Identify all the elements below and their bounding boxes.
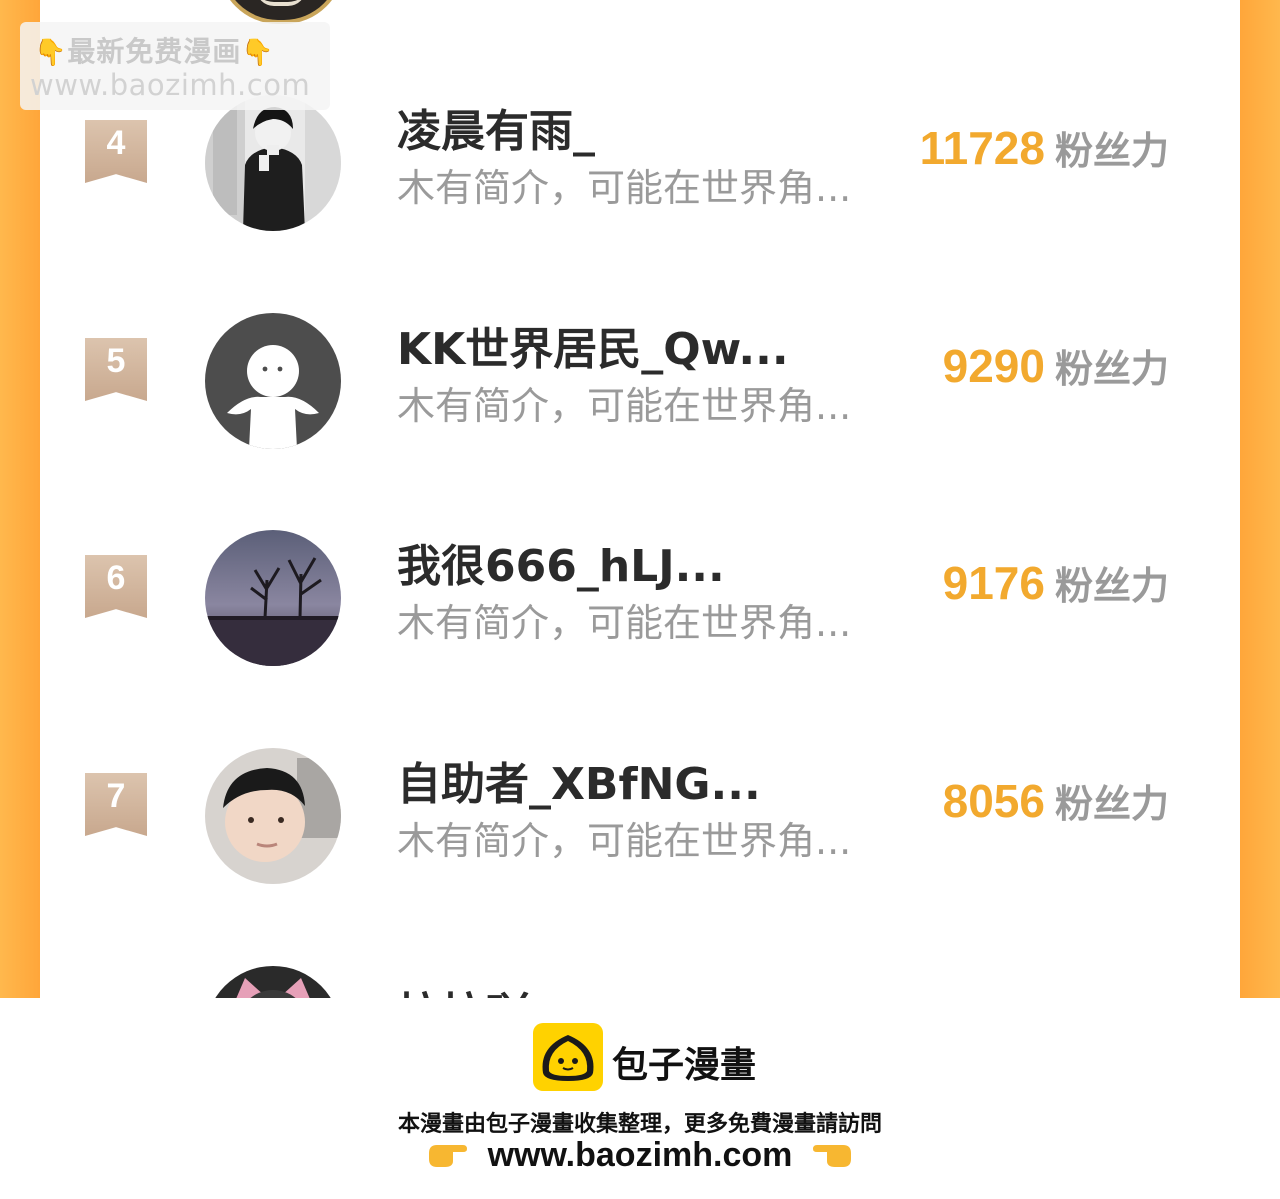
user-name[interactable]: KK世界居民_Qw... <box>397 313 789 377</box>
fan-power-value: 9176 <box>942 557 1045 609</box>
user-avatar[interactable] <box>205 530 341 666</box>
pointing-down-icon: 👇 <box>241 38 275 68</box>
ranking-row[interactable]: 6 我很666_hLJ... 木有简介，可能在世界角... 9176 粉丝力 <box>0 530 1280 690</box>
rank-number: 4 <box>106 124 126 162</box>
fan-power-unit: 粉丝力 <box>1054 347 1169 391</box>
rank-badge: 7 <box>85 773 147 836</box>
user-name[interactable]: 自助者_XBfNG... <box>397 748 761 812</box>
pointing-left-icon <box>811 1139 853 1173</box>
user-avatar[interactable] <box>205 748 341 884</box>
site-watermark: 👇最新免费漫画👇 www.baozimh.com <box>20 22 330 110</box>
baozi-logo-icon[interactable] <box>533 1023 603 1091</box>
watermark-url: www.baozimh.com <box>30 68 311 102</box>
user-bio: 木有简介，可能在世界角... <box>397 819 852 863</box>
user-avatar[interactable] <box>205 95 341 231</box>
fan-power: 9176 粉丝力 <box>943 555 1169 610</box>
fan-power-unit: 粉丝力 <box>1054 129 1169 173</box>
rank-number: 5 <box>106 342 126 380</box>
rank-number: 6 <box>106 559 126 597</box>
default-avatar[interactable] <box>205 313 341 449</box>
rank-badge: 5 <box>85 338 147 401</box>
fan-power-value: 11728 <box>919 122 1045 174</box>
site-url-link[interactable]: www.baozimh.com <box>488 1136 793 1174</box>
ranking-row[interactable]: 5 KK世界居民_Qw... 木有简介，可能在世界角... 9290 粉丝力 <box>0 313 1280 473</box>
footer-banner: 包子漫畫 本漫畫由包子漫畫收集整理，更多免費漫畫請訪問 www.baozimh.… <box>0 998 1280 1199</box>
pointing-down-icon: 👇 <box>34 38 68 68</box>
user-name[interactable]: 我很666_hLJ... <box>397 530 725 594</box>
fan-power-value: 8056 <box>942 775 1045 827</box>
user-avatar[interactable] <box>205 966 341 998</box>
ranking-row[interactable]: 4 凌晨有雨_ 木有简介，可能在世界角... 11728 粉丝力 <box>0 95 1280 255</box>
fan-power: 8056 粉丝力 <box>943 773 1169 828</box>
rank-badge: 4 <box>85 120 147 183</box>
fan-power-value: 9290 <box>942 340 1045 392</box>
fan-power-unit: 粉丝力 <box>1054 782 1169 826</box>
rank-number: 7 <box>106 777 126 815</box>
ranking-row-partial[interactable]: 拉拉吖 <box>0 966 1280 998</box>
fan-power: 9290 粉丝力 <box>943 338 1169 393</box>
user-bio: 木有简介，可能在世界角... <box>397 166 852 210</box>
footer-notice: 本漫畫由包子漫畫收集整理，更多免費漫畫請訪問 <box>397 1112 882 1137</box>
user-name[interactable]: 凌晨有雨_ <box>397 95 595 159</box>
ranking-row[interactable]: 7 自助者_XBfNG... 木有简介，可能在世界角... 8056 粉丝力 <box>0 748 1280 908</box>
brand-name: 包子漫畫 <box>612 1045 757 1086</box>
fan-power-unit: 粉丝力 <box>1054 564 1169 608</box>
user-bio: 木有简介，可能在世界角... <box>397 384 852 428</box>
ranking-page: 4 凌晨有雨_ 木有简介，可能在世界角... 11728 粉丝力 5 KK世界居… <box>0 0 1280 998</box>
fan-power: 11728 粉丝力 <box>920 120 1169 175</box>
watermark-slogan: 最新免费漫画 <box>67 35 242 68</box>
rank-badge: 6 <box>85 555 147 618</box>
user-bio: 木有简介，可能在世界角... <box>397 601 852 645</box>
user-name[interactable]: 拉拉吖 <box>397 978 529 998</box>
pointing-right-icon <box>427 1139 469 1173</box>
